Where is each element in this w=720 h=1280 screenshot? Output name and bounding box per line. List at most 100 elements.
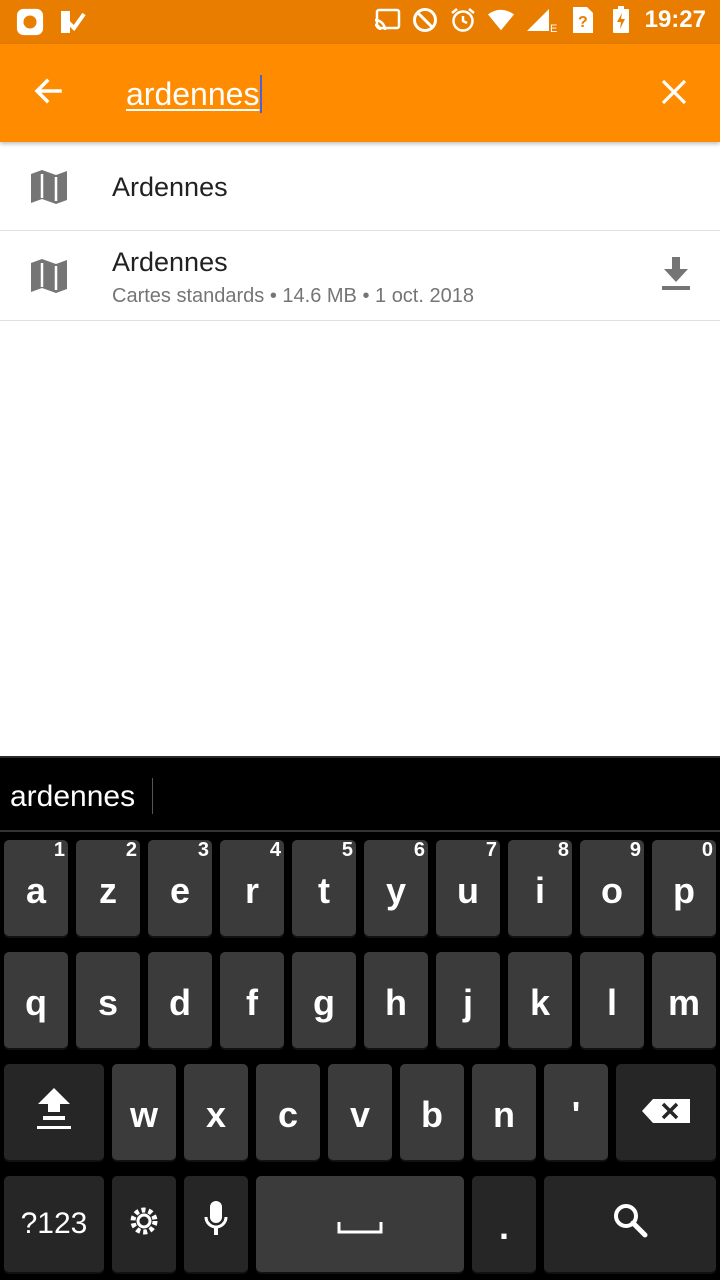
key-label: k: [529, 982, 551, 1023]
letter-key[interactable]: ': [544, 1064, 608, 1160]
letter-key[interactable]: u7: [436, 839, 500, 936]
map-icon: [30, 257, 68, 295]
key-label: z: [99, 870, 117, 911]
close-icon: [661, 79, 687, 110]
letter-key[interactable]: n: [472, 1064, 536, 1160]
letter-key[interactable]: s: [76, 952, 140, 1048]
svg-text:?: ?: [578, 14, 588, 31]
letter-key[interactable]: c: [256, 1064, 320, 1160]
battery-charging-icon: [607, 6, 635, 34]
key-label: f: [246, 982, 258, 1023]
key-hint: 9: [629, 839, 641, 861]
backspace-key[interactable]: [616, 1064, 716, 1160]
key-hint: 8: [557, 839, 569, 861]
list-item-title: Ardennes: [112, 247, 228, 277]
list-item-subtitle: Cartes standards • 14.6 MB • 1 oct. 2018: [112, 285, 474, 307]
wifi-icon: [487, 6, 515, 34]
map-icon: [30, 168, 68, 206]
suggestion-word[interactable]: ardennes: [10, 780, 135, 814]
letter-key[interactable]: i8: [508, 839, 572, 936]
key-label: n: [493, 1094, 515, 1135]
key-label: m: [667, 982, 700, 1023]
key-label: r: [244, 870, 259, 911]
key-label: g: [313, 982, 335, 1023]
search-input-value: ardennes: [126, 75, 260, 112]
key-hint: 7: [485, 839, 497, 861]
search-icon: [612, 1202, 648, 1247]
key-hint: 0: [701, 839, 713, 861]
shift-key[interactable]: [4, 1064, 104, 1160]
letter-key[interactable]: b: [400, 1064, 464, 1160]
settings-icon: [129, 1203, 159, 1245]
clock: 19:27: [644, 6, 706, 33]
key-hint: 4: [269, 839, 281, 861]
sim-unknown-icon: ?: [569, 6, 597, 34]
letter-key[interactable]: x: [184, 1064, 248, 1160]
letter-key[interactable]: l: [580, 952, 644, 1048]
shift-icon: [37, 1086, 71, 1139]
list-item[interactable]: Ardennes Cartes standards • 14.6 MB • 1 …: [0, 231, 720, 321]
period-key[interactable]: .: [472, 1176, 536, 1272]
key-hint: 2: [125, 839, 137, 861]
letter-key[interactable]: j: [436, 952, 500, 1048]
settings-key[interactable]: [112, 1176, 176, 1272]
period-key-label: .: [498, 1206, 509, 1247]
letter-key[interactable]: v: [328, 1064, 392, 1160]
letter-key[interactable]: h: [364, 952, 428, 1048]
letter-key[interactable]: w: [112, 1064, 176, 1160]
letter-key[interactable]: p0: [652, 839, 716, 936]
search-input[interactable]: ardennes: [126, 72, 606, 116]
key-hint: 6: [413, 839, 425, 861]
letter-key[interactable]: q: [4, 952, 68, 1048]
key-label: s: [97, 982, 119, 1023]
soft-keyboard: ardennes a1z2e3r4t5y6u7i8o9p0qsdfghjklmw…: [0, 756, 720, 1280]
letter-key[interactable]: f: [220, 952, 284, 1048]
search-toolbar: ardennes: [0, 44, 720, 142]
key-label: t: [318, 870, 330, 911]
cast-icon: [373, 6, 401, 34]
microphone-icon: [204, 1200, 228, 1248]
backspace-icon: [641, 1091, 691, 1133]
letter-key[interactable]: e3: [148, 839, 212, 936]
key-label: i: [534, 870, 545, 911]
list-item[interactable]: Ardennes: [0, 142, 720, 231]
search-results-list: Ardennes Ardennes Cartes standards • 14.…: [0, 142, 720, 321]
letter-key[interactable]: o9: [580, 839, 644, 936]
letter-key[interactable]: t5: [292, 839, 356, 936]
letter-key[interactable]: m: [652, 952, 716, 1048]
key-label: p: [673, 870, 695, 911]
voice-input-key[interactable]: [184, 1176, 248, 1272]
key-label: o: [601, 870, 623, 911]
symbols-key[interactable]: ?123: [4, 1176, 104, 1272]
key-hint: 3: [197, 839, 209, 861]
key-label: j: [462, 982, 473, 1023]
letter-key[interactable]: k: [508, 952, 572, 1048]
download-button[interactable]: [656, 253, 696, 299]
key-label: e: [169, 870, 191, 911]
letter-key[interactable]: a1: [4, 839, 68, 936]
key-label: l: [606, 982, 617, 1023]
alarm-icon: [449, 6, 477, 34]
key-label: b: [421, 1094, 443, 1135]
key-hint: 1: [53, 839, 65, 861]
clear-search-button[interactable]: [650, 70, 698, 118]
letter-key[interactable]: z2: [76, 839, 140, 936]
key-hint: 5: [341, 839, 353, 861]
key-label: q: [25, 982, 47, 1023]
suggestion-strip: ardennes: [0, 756, 720, 832]
back-button[interactable]: [20, 69, 76, 117]
letter-key[interactable]: y6: [364, 839, 428, 936]
letter-key[interactable]: d: [148, 952, 212, 1048]
key-label: v: [349, 1094, 371, 1135]
letter-key[interactable]: g: [292, 952, 356, 1048]
notification-app-icon: [16, 8, 44, 36]
letter-key[interactable]: r4: [220, 839, 284, 936]
do-not-disturb-icon: [411, 6, 439, 34]
space-key[interactable]: [256, 1176, 464, 1272]
download-icon: [661, 256, 691, 296]
arrow-back-icon: [32, 75, 64, 112]
search-key[interactable]: [544, 1176, 716, 1272]
key-label: x: [205, 1094, 227, 1135]
key-label: w: [129, 1094, 158, 1135]
network-type-label: E: [550, 23, 557, 33]
